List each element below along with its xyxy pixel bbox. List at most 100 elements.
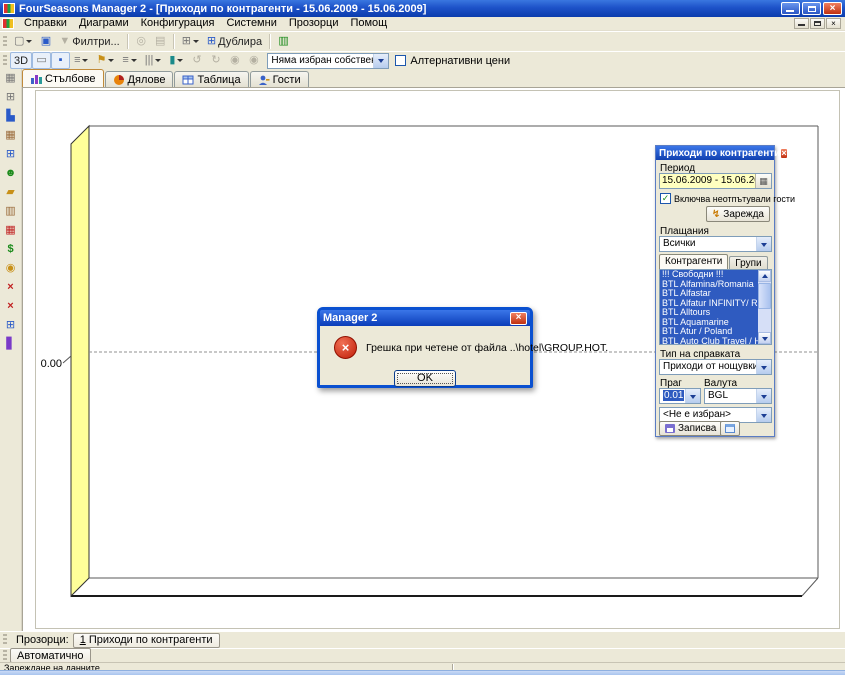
combo-dropdown-button[interactable] (756, 389, 771, 403)
tab-table[interactable]: Таблица (174, 71, 248, 87)
new-report-button[interactable]: ▢ (10, 33, 36, 50)
duplicate-button[interactable]: ⊞ Дублира (203, 33, 266, 50)
calendar-icon[interactable]: ▦ (2, 127, 20, 144)
copy-button[interactable]: ⊞ (178, 33, 203, 50)
filters-button[interactable]: ▼ Филтри... (55, 33, 123, 50)
mdi-close-button[interactable]: × (826, 18, 841, 29)
list-scrollbar[interactable] (758, 270, 771, 344)
contractor-item[interactable]: BTL Alfatur INFINITY/ Romania (660, 299, 758, 309)
coins-icon[interactable]: ◉ (2, 260, 20, 277)
include-guests-checkbox[interactable]: ✓ (660, 193, 671, 204)
print-button[interactable]: ▤ (151, 33, 170, 50)
color-chart-icon[interactable]: ▙ (2, 108, 20, 125)
period-value[interactable]: 15.06.2009 - 15.06.2009 (660, 174, 755, 188)
combo-dropdown-button[interactable] (756, 408, 771, 422)
layout-button[interactable] (720, 421, 740, 436)
toolbar-grip[interactable] (3, 634, 7, 646)
save-button[interactable]: ▣ (36, 33, 55, 50)
guest-stats-icon[interactable]: ▋ (2, 336, 20, 353)
panel-close-button[interactable]: × (780, 148, 787, 159)
menu-spravki[interactable]: Справки (18, 17, 73, 30)
cabinet-icon[interactable]: ▥ (2, 203, 20, 220)
toolbar-grip[interactable] (3, 55, 7, 67)
contractor-item[interactable]: !!! Свободни !!! (660, 270, 758, 280)
print-preview-button[interactable]: ◎ (132, 33, 151, 50)
tiled-windows-icon[interactable]: ▦ (2, 70, 20, 87)
copy-window-icon[interactable]: ⊞ (2, 146, 20, 163)
contractor-tabs: Контрагенти Групи (659, 254, 769, 269)
series-style-button[interactable]: ▮ (165, 52, 187, 69)
depth-increase-button[interactable]: ◉ (225, 52, 244, 69)
guests-icon[interactable]: ☻ (2, 165, 20, 182)
rooms-grid-icon[interactable]: ▦ (2, 222, 20, 239)
save-report-button[interactable]: Записва (659, 421, 722, 436)
combo-dropdown-button[interactable] (756, 360, 771, 374)
rotate-left-button[interactable]: ↺ (187, 52, 206, 69)
mdi-restore-button[interactable] (810, 18, 825, 29)
combo-dropdown-button[interactable] (756, 237, 771, 251)
currency-combobox[interactable]: BGL (704, 388, 772, 404)
legend-button[interactable]: ≡ (70, 52, 92, 69)
tab-guests[interactable]: Гости (250, 71, 309, 87)
dialog-titlebar[interactable]: Manager 2 × (320, 310, 530, 326)
bar-labels-button[interactable]: ▪ (51, 52, 70, 69)
depth-decrease-button[interactable]: ◉ (244, 52, 263, 69)
contractor-item[interactable]: BTL Alfastar (660, 289, 758, 299)
restore-button[interactable] (802, 2, 821, 15)
alt-prices-checkbox[interactable] (395, 55, 406, 66)
rotate-right-button[interactable]: ↻ (206, 52, 225, 69)
report-page-icon[interactable]: ⊞ (2, 89, 20, 106)
error-icon: × (334, 336, 357, 359)
menu-sistemni[interactable]: Системни (220, 17, 282, 30)
contractor-item[interactable]: BTL Atur / Poland (660, 327, 758, 337)
combo-dropdown-button[interactable] (685, 389, 700, 403)
filters-button-label: Филтри... (72, 36, 119, 48)
owner-combobox[interactable]: Няма избран собственици (267, 53, 389, 69)
scroll-down-button[interactable] (758, 332, 771, 344)
vertical-grid-button[interactable]: ||| (141, 52, 166, 69)
menu-diagrami[interactable]: Диаграми (73, 17, 135, 30)
folder-icon[interactable]: ▰ (2, 184, 20, 201)
threshold-value[interactable]: 0.01 (663, 390, 684, 401)
scroll-up-button[interactable] (758, 270, 771, 282)
chart-button[interactable]: ▥ (274, 33, 293, 50)
dialog-close-button[interactable]: × (510, 312, 527, 325)
contractor-item[interactable]: BTL Alfamina/Romania (660, 280, 758, 290)
ok-button[interactable]: OK (394, 370, 456, 387)
combo-dropdown-button[interactable] (373, 54, 388, 68)
period-field[interactable]: 15.06.2009 - 15.06.2009 ▦ (659, 173, 772, 189)
scrollbar-thumb[interactable] (758, 283, 771, 309)
threshold-combobox[interactable]: 0.01 (659, 388, 701, 404)
open-window-button[interactable]: 1 Приходи по контрагенти (73, 633, 220, 648)
minimize-button[interactable] (781, 2, 800, 15)
table-window-icon[interactable]: ⊞ (2, 317, 20, 334)
menu-konfiguracia[interactable]: Конфигурация (135, 17, 221, 30)
contractor-item[interactable]: BTL Alltours (660, 308, 758, 318)
contractor-item[interactable]: BTL Aquamarine (660, 318, 758, 328)
menu-pomosht[interactable]: Помощ (344, 17, 393, 30)
automatic-button[interactable]: Автоматично (10, 648, 91, 663)
report-type-combobox[interactable]: Приходи от нощувки (659, 359, 772, 375)
close-button[interactable]: × (823, 2, 842, 15)
marks-button[interactable]: ⚑ (92, 52, 118, 69)
tab-pie[interactable]: Дялове (105, 71, 174, 87)
no-charge-icon[interactable]: × (2, 298, 20, 315)
mdi-minimize-button[interactable] (794, 18, 809, 29)
chevron-down-icon (82, 59, 88, 65)
tab-columns[interactable]: Стълбове (22, 69, 104, 87)
tab-contractors[interactable]: Контрагенти (659, 254, 728, 269)
payments-combobox[interactable]: Всички (659, 236, 772, 252)
menu-prozorci[interactable]: Прозорци (283, 17, 345, 30)
tab-groups[interactable]: Групи (729, 256, 767, 269)
currency-icon[interactable]: $ (2, 241, 20, 258)
toolbar-grip[interactable] (3, 36, 7, 48)
horizontal-grid-button[interactable]: ≡ (118, 52, 140, 69)
toolbar-grip[interactable] (3, 650, 7, 662)
toggle-3d-button[interactable]: 3D (10, 52, 32, 69)
pan-mode-button[interactable]: ▭ (32, 52, 51, 69)
contractor-item[interactable]: BTL Auto Club Travel / Hungary (660, 337, 758, 346)
calendar-picker-button[interactable]: ▦ (755, 174, 771, 188)
load-button[interactable]: ↯ Зарежда (706, 206, 770, 222)
panel-titlebar[interactable]: Приходи по контрагенти × (656, 146, 774, 160)
no-cash-icon[interactable]: × (2, 279, 20, 296)
